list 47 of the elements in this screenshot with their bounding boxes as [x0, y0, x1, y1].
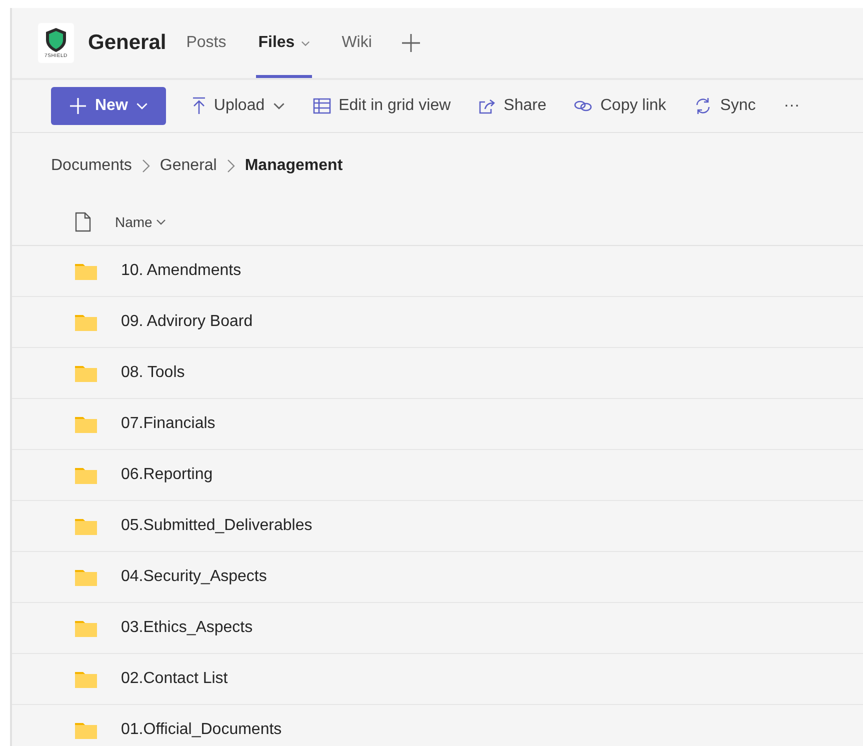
chevron-down-icon — [156, 217, 166, 227]
more-button[interactable]: ··· — [772, 87, 812, 125]
folder-name[interactable]: 01.Official_Documents — [121, 721, 282, 739]
upload-icon — [192, 97, 206, 115]
toolbar-button[interactable]: Upload — [180, 87, 297, 125]
folder-icon — [75, 466, 97, 484]
toolbar-button[interactable]: Copy link — [562, 87, 678, 125]
folder-icon — [75, 364, 97, 382]
channel-title: General — [88, 31, 166, 55]
folder-icon — [75, 568, 97, 586]
folder-icon — [75, 722, 97, 738]
sync-icon — [694, 97, 712, 115]
link-icon — [574, 100, 592, 112]
toolbar-button[interactable]: Share — [466, 87, 558, 125]
add-tab-icon[interactable] — [402, 34, 420, 52]
folder-name[interactable]: 06.Reporting — [121, 466, 213, 484]
folder-name[interactable]: 04.Security_Aspects — [121, 568, 267, 586]
shield-icon — [44, 27, 68, 53]
folder-icon — [75, 670, 97, 688]
folder-icon — [75, 620, 97, 636]
file-type-icon — [75, 212, 91, 232]
breadcrumb-item[interactable]: Documents — [51, 157, 132, 175]
folder-name[interactable]: 08. Tools — [121, 364, 185, 382]
folder-name[interactable]: 02.Contact List — [121, 670, 228, 688]
column-header[interactable]: Name — [115, 214, 166, 230]
tab[interactable]: Wiki — [340, 8, 374, 78]
folder-icon — [75, 518, 97, 534]
folder-name[interactable]: 09. Advirory Board — [121, 313, 253, 331]
chevron-right-icon — [142, 159, 150, 173]
share-icon — [478, 98, 496, 114]
breadcrumb-item[interactable]: General — [160, 157, 217, 175]
tab[interactable]: Files — [256, 8, 312, 78]
new-button[interactable]: New — [51, 87, 166, 125]
folder-name[interactable]: 05.Submitted_Deliverables — [121, 517, 312, 535]
breadcrumb-item: Management — [244, 157, 343, 175]
toolbar-button[interactable]: Edit in grid view — [300, 87, 463, 125]
grid-icon — [312, 98, 331, 114]
plus-icon — [69, 97, 87, 115]
folder-name[interactable]: 03.Ethics_Aspects — [121, 619, 253, 637]
tab[interactable]: Posts — [184, 8, 228, 78]
toolbar-button[interactable]: Sync — [682, 87, 768, 125]
folder-icon — [75, 262, 97, 280]
folder-name[interactable]: 10. Amendments — [121, 262, 242, 280]
folder-icon — [75, 314, 97, 330]
chevron-right-icon — [226, 159, 235, 173]
folder-icon — [75, 416, 97, 432]
folder-name[interactable]: 07.Financials — [121, 415, 216, 433]
